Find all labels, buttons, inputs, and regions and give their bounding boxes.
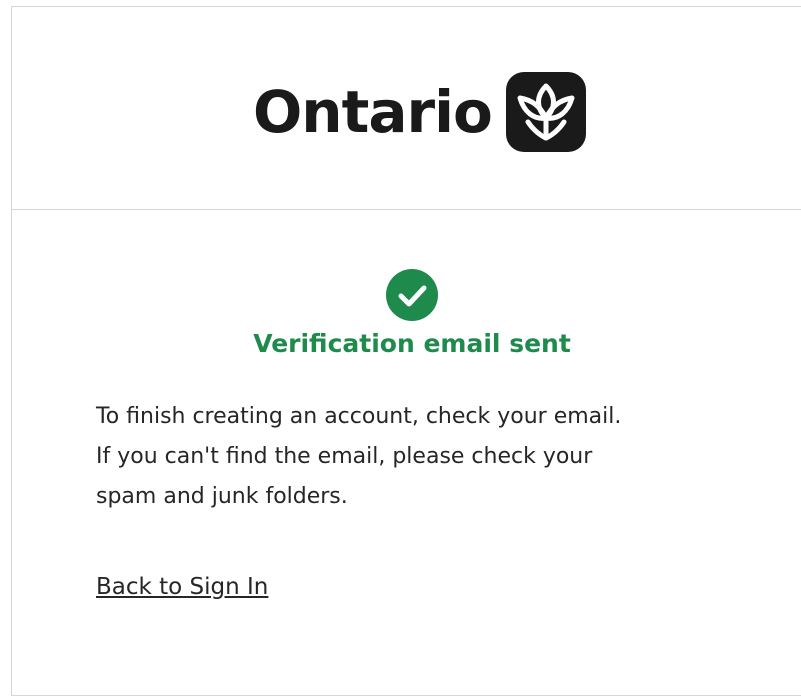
- trillium-icon: [505, 72, 586, 152]
- check-circle-icon: [386, 269, 438, 321]
- back-to-sign-in-link[interactable]: Back to Sign In: [96, 574, 268, 600]
- header: Ontario: [12, 7, 801, 210]
- logo-text: Ontario: [253, 78, 493, 146]
- ontario-logo: Ontario: [253, 69, 586, 155]
- verification-card: Ontario Verification email sent To finis…: [11, 6, 801, 696]
- status-title: Verification email sent: [253, 329, 571, 358]
- instructions-text: To finish creating an account, check you…: [96, 397, 736, 517]
- status-icon-wrap: [12, 269, 801, 325]
- instructions-line-1: To finish creating an account, check you…: [96, 404, 622, 429]
- instructions-line-2: If you can't find the email, please chec…: [96, 444, 593, 469]
- instructions-line-3: spam and junk folders.: [96, 484, 348, 509]
